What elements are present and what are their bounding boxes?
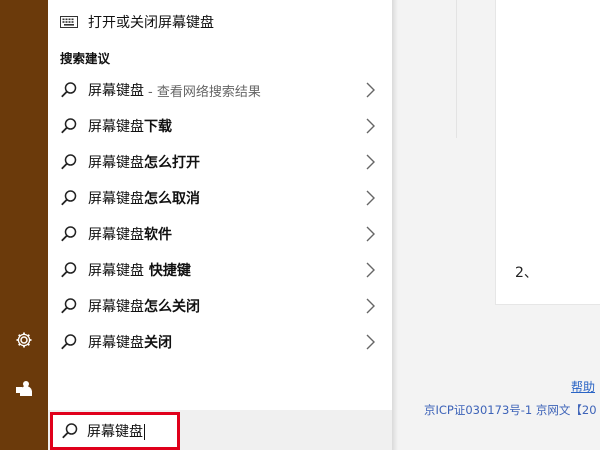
help-link[interactable]: 帮助 [571, 378, 595, 395]
open-close-onscreen-keyboard-item[interactable]: 打开或关闭屏幕键盘 [48, 6, 392, 38]
search-icon [60, 261, 78, 279]
suggestion-item[interactable]: 屏幕键盘怎么打开 [48, 144, 392, 180]
user-icon[interactable] [12, 376, 36, 400]
suggestion-list: 屏幕键盘 - 查看网络搜索结果 屏幕键盘下载 屏幕键盘怎么打开 屏幕键盘怎么取消 [48, 72, 392, 360]
search-results-panel: 打开或关闭屏幕键盘 搜索建议 屏幕键盘 - 查看网络搜索结果 屏幕键盘下载 屏幕… [48, 0, 392, 410]
background-card [495, 0, 600, 305]
footer-license-text[interactable]: 京ICP证030173号-1 京网文【20 [424, 402, 597, 418]
suggestion-hint: - 查看网络搜索结果 [148, 84, 261, 100]
start-rail [0, 0, 48, 450]
search-input-value: 屏幕键盘 [87, 424, 145, 440]
search-icon [60, 117, 78, 135]
suggestion-item[interactable]: 屏幕键盘怎么关闭 [48, 288, 392, 324]
section-title: 搜索建议 [60, 51, 111, 66]
chevron-right-icon[interactable] [364, 225, 376, 243]
keyboard-icon [60, 16, 78, 28]
search-input[interactable]: 屏幕键盘 [50, 412, 180, 450]
chevron-right-icon[interactable] [364, 297, 376, 315]
search-icon [60, 225, 78, 243]
suggestion-label: 屏幕键盘怎么取消 [88, 191, 200, 207]
search-icon [60, 333, 78, 351]
search-icon [60, 81, 78, 99]
suggestion-label: 屏幕键盘怎么关闭 [88, 299, 200, 315]
gear-icon[interactable] [12, 328, 36, 352]
top-action-label: 打开或关闭屏幕键盘 [88, 15, 214, 31]
suggestion-item[interactable]: 屏幕键盘软件 [48, 216, 392, 252]
chevron-right-icon[interactable] [364, 261, 376, 279]
suggestion-item[interactable]: 屏幕键盘怎么取消 [48, 180, 392, 216]
panel-shadow [392, 0, 398, 450]
background-divider [456, 0, 457, 138]
suggestion-label: 屏幕键盘下载 [88, 119, 172, 135]
suggestion-item[interactable]: 屏幕键盘下载 [48, 108, 392, 144]
chevron-right-icon[interactable] [364, 153, 376, 171]
search-icon [61, 422, 79, 440]
background-step-number: 2、 [515, 265, 538, 281]
chevron-right-icon[interactable] [364, 333, 376, 351]
search-icon [60, 189, 78, 207]
search-icon [60, 297, 78, 315]
suggestion-label: 屏幕键盘 快捷键 [88, 263, 191, 279]
search-icon [60, 153, 78, 171]
suggestion-item[interactable]: 屏幕键盘 快捷键 [48, 252, 392, 288]
suggestion-label: 屏幕键盘软件 [88, 227, 172, 243]
suggestion-label: 屏幕键盘关闭 [88, 335, 172, 351]
chevron-right-icon[interactable] [364, 81, 376, 99]
suggestion-label: 屏幕键盘怎么打开 [88, 155, 200, 171]
suggestion-label: 屏幕键盘 [88, 83, 144, 99]
suggestion-item[interactable]: 屏幕键盘关闭 [48, 324, 392, 360]
chevron-right-icon[interactable] [364, 189, 376, 207]
suggestion-item[interactable]: 屏幕键盘 - 查看网络搜索结果 [48, 72, 392, 108]
chevron-right-icon[interactable] [364, 117, 376, 135]
text-caret [144, 424, 145, 440]
